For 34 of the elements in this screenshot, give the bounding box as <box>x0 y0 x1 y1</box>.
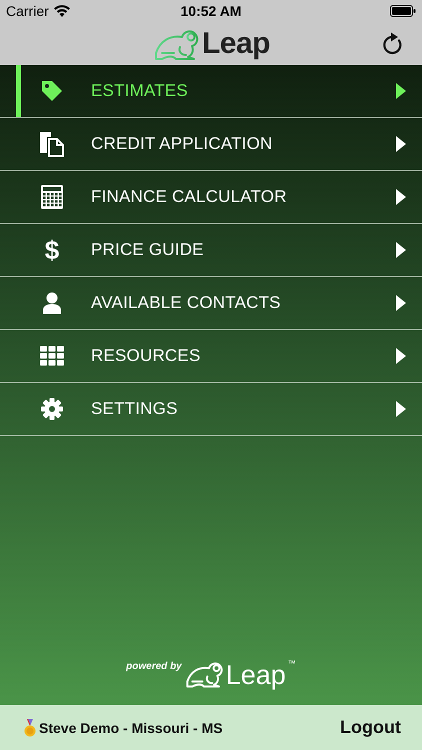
chevron-icon <box>396 348 406 364</box>
clock-time: 10:52 AM <box>180 3 242 19</box>
battery-icon <box>390 5 416 17</box>
menu-item[interactable]: RESOURCES <box>0 330 422 383</box>
trademark-mark: ™ <box>288 659 296 668</box>
tag-icon <box>40 79 64 103</box>
wifi-icon <box>54 5 70 17</box>
dollar-icon: $ <box>44 237 60 263</box>
brand-logo-text: Leap <box>226 662 286 689</box>
chevron-icon <box>396 242 406 258</box>
menu-item[interactable]: FINANCE CALCULATOR <box>0 171 422 224</box>
menu-item[interactable]: ESTIMATES <box>0 65 422 118</box>
logout-button[interactable]: Logout <box>340 717 401 738</box>
menu-item[interactable]: CREDIT APPLICATION <box>0 118 422 171</box>
medal-icon <box>24 718 36 736</box>
chevron-icon <box>396 295 406 311</box>
gear-icon <box>41 398 63 420</box>
refresh-icon[interactable] <box>382 32 404 56</box>
powered-by-caption: powered by <box>126 661 182 672</box>
chevron-icon <box>396 401 406 417</box>
grid-icon <box>40 346 64 366</box>
menu-item[interactable]: $ PRICE GUIDE <box>0 224 422 277</box>
carrier-label: Carrier <box>6 3 49 19</box>
documents-icon <box>39 131 65 157</box>
chevron-icon <box>396 136 406 152</box>
user-info: Steve Demo - Missouri - MS <box>39 720 223 736</box>
menu-item[interactable]: AVAILABLE CONTACTS <box>0 277 422 330</box>
app-logo-text: Leap <box>202 26 270 60</box>
person-icon <box>42 292 62 314</box>
selection-indicator <box>16 65 21 117</box>
chevron-icon <box>396 83 406 99</box>
calculator-icon <box>40 184 64 210</box>
chevron-icon <box>396 189 406 205</box>
menu-item[interactable]: SETTINGS <box>0 383 422 436</box>
